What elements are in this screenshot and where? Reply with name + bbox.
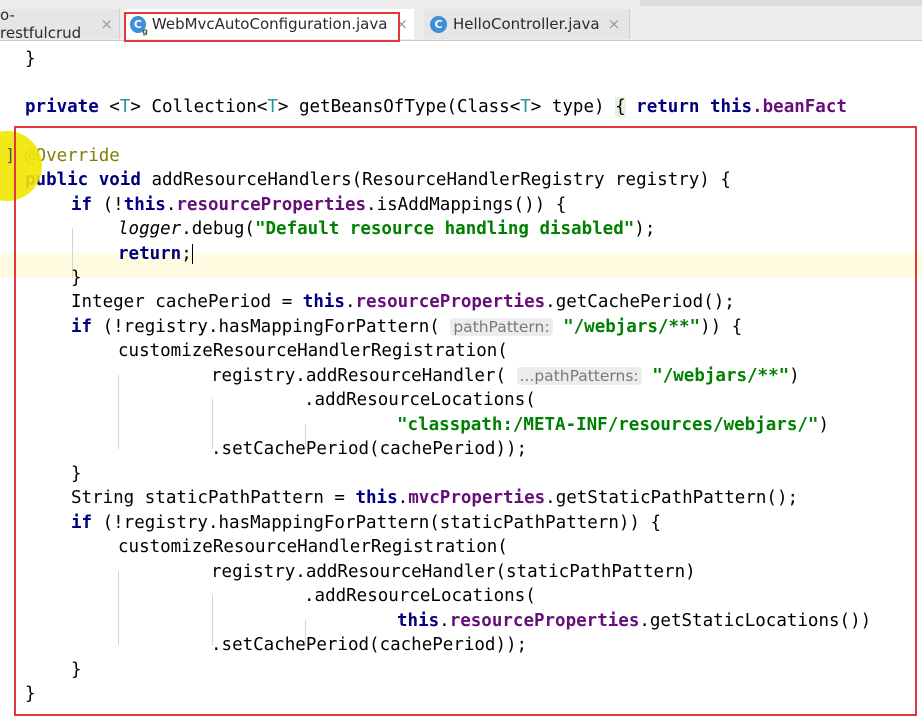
code-line: this.resourceProperties.getStaticLocatio… (397, 611, 872, 631)
code-line: String staticPathPattern = this.mvcPrope… (71, 488, 799, 508)
code-line: .setCachePeriod(cachePeriod)); (211, 635, 528, 655)
tab-hellocontroller[interactable]: C HelloController.java × (424, 9, 630, 39)
code-line: public void addResourceHandlers(Resource… (25, 170, 731, 190)
code-line: customizeResourceHandlerRegistration( (118, 537, 508, 557)
code-line: } (25, 49, 36, 69)
close-icon[interactable]: × (100, 15, 113, 33)
editor-tab-bar: o-restfulcrud × Cg WebMvcAutoConfigurati… (0, 0, 922, 42)
tab-restfulcrud[interactable]: o-restfulcrud × (0, 6, 120, 42)
tab-bar-overflow-strip (640, 0, 922, 6)
class-icon: C (430, 15, 447, 33)
code-line: return; (118, 244, 193, 264)
close-icon[interactable]: × (395, 15, 408, 33)
class-icon: Cg (130, 15, 148, 36)
code-line: } (71, 464, 82, 484)
text-cursor (191, 244, 193, 264)
code-line: .setCachePeriod(cachePeriod)); (211, 439, 528, 459)
code-line: private <T> Collection<T> getBeansOfType… (25, 97, 847, 117)
parameter-hint: ...pathPatterns: (516, 367, 642, 385)
tab-label: HelloController.java (453, 15, 600, 33)
code-line: registry.addResourceHandler(staticPathPa… (211, 562, 696, 582)
code-line: customizeResourceHandlerRegistration( (118, 341, 508, 361)
code-line: if (!registry.hasMappingForPattern(stati… (71, 513, 662, 533)
tab-label: WebMvcAutoConfiguration.java (151, 15, 388, 33)
code-line: .addResourceLocations( (304, 390, 536, 410)
close-icon[interactable]: × (608, 15, 621, 33)
code-line: } (71, 268, 82, 288)
indent-guide (118, 375, 119, 449)
code-line: logger.debug("Default resource handling … (118, 219, 656, 239)
gutter-fold-marker[interactable]: ] (5, 146, 15, 166)
tab-webmvcautoconfiguration[interactable]: Cg WebMvcAutoConfiguration.java × (124, 9, 414, 39)
code-line: } (71, 660, 82, 680)
code-line: .addResourceLocations( (304, 586, 536, 606)
code-line: if (!registry.hasMappingForPattern( path… (71, 317, 743, 337)
indent-guide (118, 571, 119, 645)
parameter-hint: pathPattern: (450, 318, 553, 336)
tab-label: o-restfulcrud (0, 6, 82, 42)
code-line: registry.addResourceHandler( ...pathPatt… (211, 366, 800, 386)
code-line: if (!this.resourceProperties.isAddMappin… (71, 195, 567, 215)
code-line: "classpath:/META-INF/resources/webjars/"… (397, 415, 829, 435)
code-editor[interactable]: } private <T> Collection<T> getBeansOfTy… (0, 41, 922, 721)
code-line: } (25, 684, 36, 704)
code-line: Integer cachePeriod = this.resourcePrope… (71, 292, 735, 312)
